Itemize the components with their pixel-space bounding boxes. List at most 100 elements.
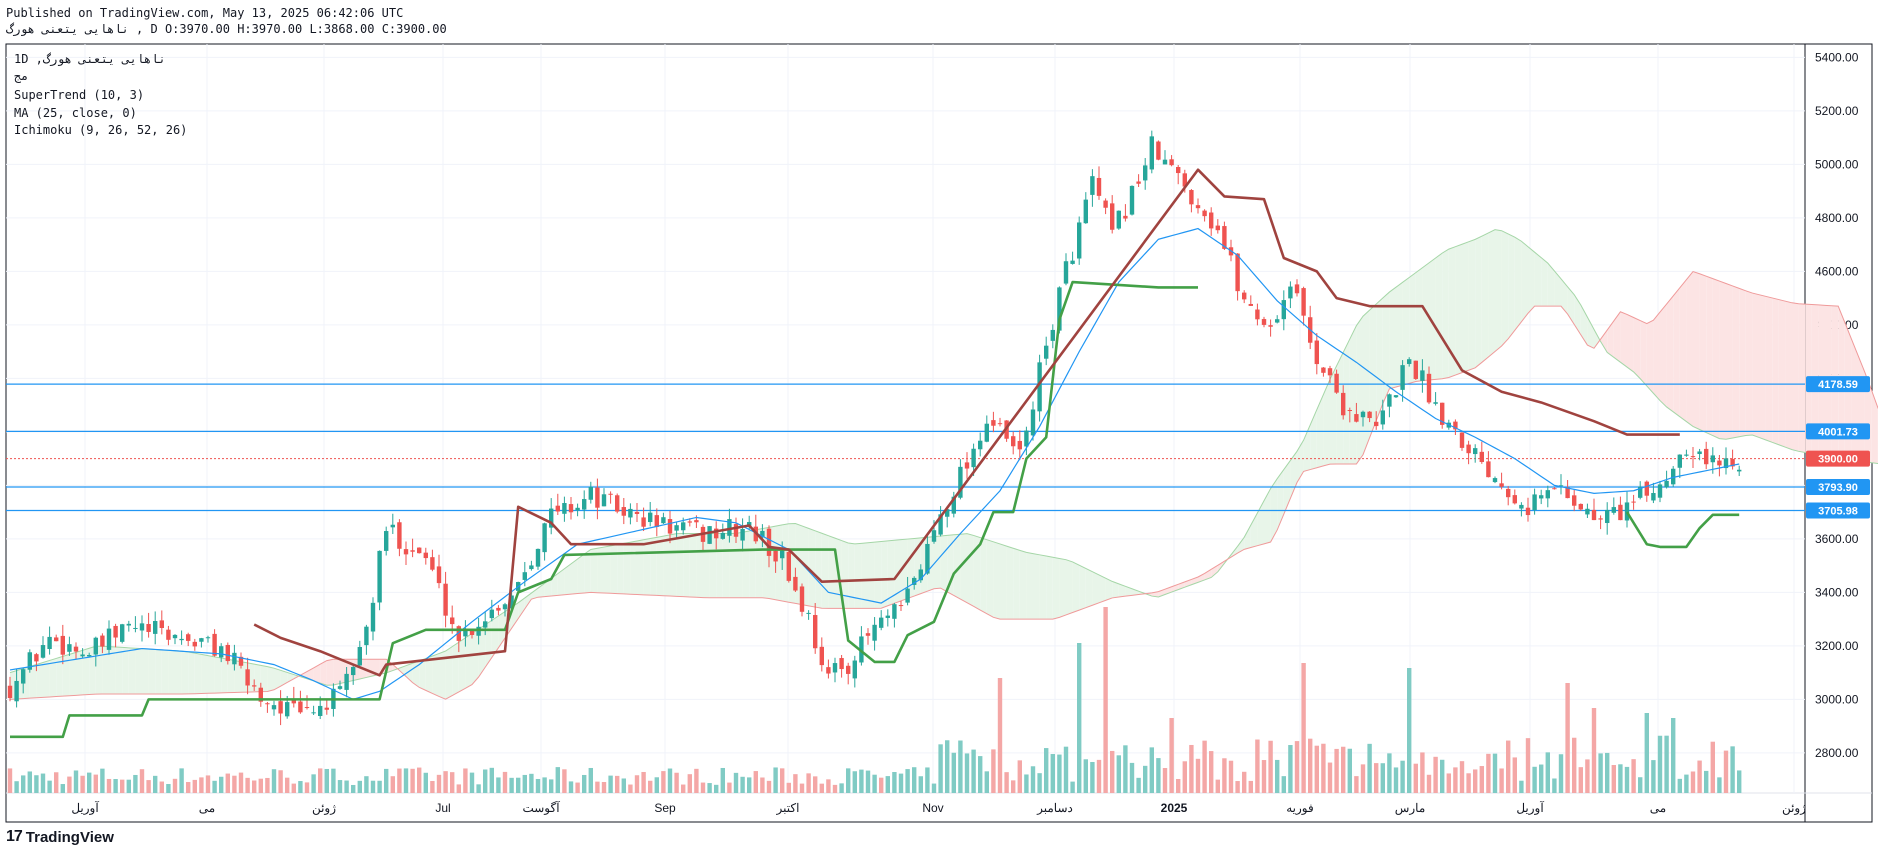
cloud-segment xyxy=(776,525,783,601)
volume-bar xyxy=(1519,781,1523,793)
volume-bar xyxy=(1004,772,1008,793)
volume-bar xyxy=(173,779,177,793)
legend-ma[interactable]: MA (25, close, 0) xyxy=(14,106,137,120)
candle-body xyxy=(1315,341,1319,365)
volume-bar xyxy=(1103,607,1107,793)
candle-body xyxy=(1255,310,1259,320)
candle-body xyxy=(1367,412,1371,418)
candle-body xyxy=(311,712,315,713)
candle-body xyxy=(1480,452,1484,462)
candle-body xyxy=(668,519,672,534)
candle-body xyxy=(1044,346,1048,359)
x-tick-label: ژوئن xyxy=(1782,801,1806,815)
candle-body xyxy=(1711,455,1715,462)
candle-body xyxy=(1466,445,1470,454)
volume-bar xyxy=(1427,775,1431,793)
volume-bar xyxy=(1658,736,1662,793)
cloud-segment xyxy=(1020,550,1027,619)
cloud-segment xyxy=(1502,231,1509,346)
candle-body xyxy=(1011,436,1015,446)
x-tick-label: آوریل xyxy=(1516,800,1544,815)
volume-bar xyxy=(1328,763,1332,793)
candle-body xyxy=(410,550,414,551)
volume-bar xyxy=(1031,766,1035,793)
y-tick-label: 3200.00 xyxy=(1815,639,1859,653)
cloud-segment xyxy=(1488,230,1495,357)
volume-bar xyxy=(1618,764,1622,793)
volume-bar xyxy=(1163,768,1167,793)
cloud-segment xyxy=(1515,237,1522,330)
candle-body xyxy=(1737,470,1741,472)
cloud-segment xyxy=(1739,288,1746,436)
cloud-segment xyxy=(1700,274,1707,433)
cloud-segment xyxy=(221,658,228,693)
volume-bar xyxy=(1420,752,1424,793)
candle-body xyxy=(932,530,936,542)
cloud-segment xyxy=(1792,303,1799,452)
candle-body xyxy=(74,647,78,652)
legend-ichimoku[interactable]: Ichimoku (9, 26, 52, 26) xyxy=(14,123,187,137)
candle-body xyxy=(1585,509,1589,515)
candle-body xyxy=(556,506,560,512)
cloud-segment xyxy=(1706,276,1713,435)
cloud-segment xyxy=(201,654,208,693)
candle-body xyxy=(1189,190,1193,204)
candle-body xyxy=(1288,287,1292,299)
volume-bar xyxy=(1625,767,1629,793)
volume-bar xyxy=(166,784,170,793)
candle-body xyxy=(140,623,144,630)
volume-bar xyxy=(1367,744,1371,793)
legend-supertrend[interactable]: SuperTrend (10, 3) xyxy=(14,88,144,102)
volume-bar xyxy=(219,777,223,793)
cloud-segment xyxy=(472,629,479,684)
volume-bar xyxy=(80,776,84,793)
candle-body xyxy=(1150,136,1154,169)
candle-body xyxy=(787,552,791,581)
volume-bar xyxy=(1414,764,1418,793)
volume-bar xyxy=(226,774,230,793)
candle-body xyxy=(721,533,725,539)
volume-bar xyxy=(1730,746,1734,793)
volume-bar xyxy=(8,768,12,793)
volume-bar xyxy=(622,778,626,793)
volume-bar xyxy=(701,783,705,793)
candle-body xyxy=(1506,489,1510,497)
cloud-segment xyxy=(1752,293,1759,437)
volume-bar xyxy=(206,775,210,793)
volume-bar xyxy=(985,771,989,793)
candle-body xyxy=(391,525,395,528)
volume-bar xyxy=(1737,770,1741,793)
cloud-segment xyxy=(809,528,816,607)
cloud-segment xyxy=(333,659,340,685)
volume-bar xyxy=(1301,663,1305,793)
volume-bar xyxy=(1493,754,1497,793)
volume-bar xyxy=(754,771,758,793)
candle-body xyxy=(186,634,190,641)
volume-bar xyxy=(1196,759,1200,793)
cloud-segment xyxy=(828,536,835,609)
candle-body xyxy=(100,636,104,647)
volume-bar xyxy=(859,770,863,793)
cloud-segment xyxy=(1620,312,1627,367)
volume-bar xyxy=(41,774,45,793)
candle-body xyxy=(1249,304,1253,306)
volume-bar xyxy=(1361,764,1365,793)
candle-body xyxy=(628,509,632,518)
candle-body xyxy=(351,667,355,675)
candle-body xyxy=(1460,433,1464,448)
volume-bar xyxy=(311,774,315,793)
volume-bar xyxy=(1651,760,1655,793)
candle-body xyxy=(536,549,540,567)
volume-bar xyxy=(562,769,566,793)
candle-body xyxy=(67,644,71,652)
chart-area[interactable]: 5400.005200.005000.004800.004600.004400.… xyxy=(0,0,1878,862)
x-tick-label: دسامبر xyxy=(1036,801,1073,815)
cloud-segment xyxy=(182,651,189,694)
cloud-segment xyxy=(1073,562,1080,613)
cloud-segment xyxy=(584,550,591,593)
cloud-segment xyxy=(848,543,855,608)
volume-bar xyxy=(971,750,975,793)
volume-bar xyxy=(1433,757,1437,793)
cloud-segment xyxy=(1389,287,1396,389)
candle-body xyxy=(866,633,870,636)
